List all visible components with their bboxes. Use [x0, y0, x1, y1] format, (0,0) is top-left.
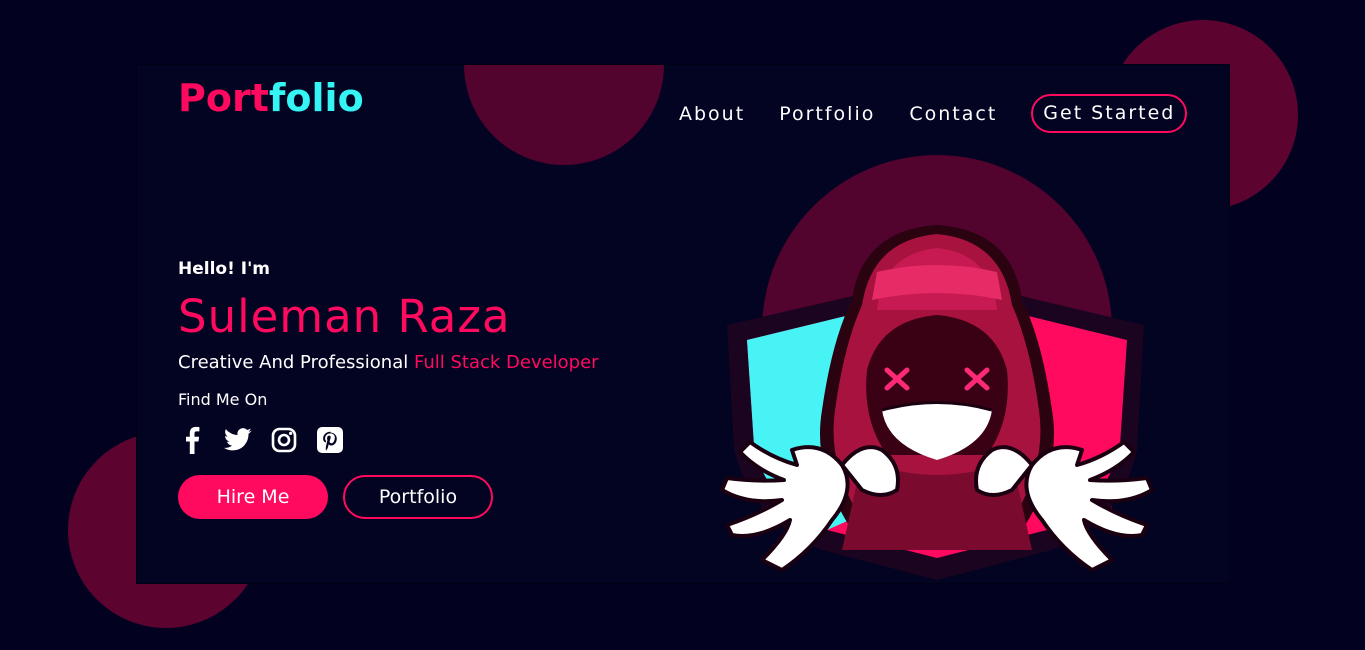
hooded-mascot-illustration: [720, 225, 1154, 580]
hero-name: Suleman Raza: [178, 290, 511, 343]
nav-link-contact[interactable]: Contact: [909, 103, 997, 125]
pinterest-icon[interactable]: [316, 426, 344, 454]
tagline: Creative And Professional Full Stack Dev…: [178, 351, 698, 375]
tagline-highlight: Full Stack Developer: [413, 352, 599, 373]
tagline-prefix: Creative And Professional: [178, 352, 414, 373]
logo-part-2: folio: [268, 76, 364, 120]
instagram-icon[interactable]: [270, 426, 298, 454]
facebook-icon[interactable]: [178, 426, 206, 454]
greeting: Hello! I'm: [178, 259, 271, 279]
nav-link-about[interactable]: About: [679, 103, 745, 125]
page: Portfolio About Portfolio Contact Get St…: [0, 0, 1365, 650]
get-started-button[interactable]: Get Started: [1031, 94, 1188, 133]
hero-buttons: Hire Me Portfolio: [178, 475, 698, 519]
main-nav: About Portfolio Contact Get Started: [679, 94, 1188, 133]
logo[interactable]: Portfolio: [178, 79, 364, 117]
hero-text: Hello! I'm Suleman Raza Creative And Pro…: [178, 257, 698, 519]
logo-part-1: Port: [178, 76, 269, 120]
nav-link-portfolio[interactable]: Portfolio: [779, 103, 875, 125]
hire-me-button[interactable]: Hire Me: [178, 475, 328, 519]
decorative-semicircle: [464, 65, 664, 165]
portfolio-button[interactable]: Portfolio: [343, 475, 493, 519]
social-links: [178, 425, 698, 455]
find-me-label: Find Me On: [178, 390, 268, 409]
hero-card: Portfolio About Portfolio Contact Get St…: [137, 65, 1229, 583]
twitter-icon[interactable]: [224, 426, 252, 454]
